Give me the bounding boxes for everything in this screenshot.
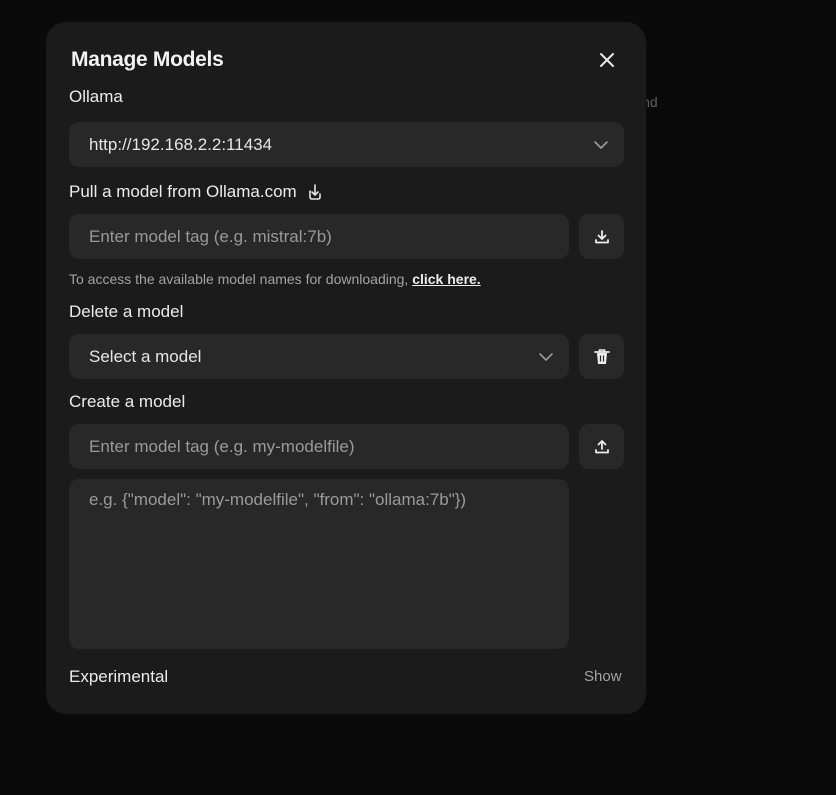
- delete-model-select[interactable]: Select a model: [69, 334, 569, 379]
- chevron-down-icon: [539, 352, 553, 361]
- pull-model-input[interactable]: [89, 226, 569, 247]
- close-icon: [600, 53, 614, 67]
- create-model-button[interactable]: [579, 424, 624, 469]
- create-model-field: [69, 424, 569, 469]
- modal-title: Manage Models: [71, 48, 224, 71]
- ollama-url-value: http://192.168.2.2:11434: [89, 134, 273, 154]
- experimental-label: Experimental: [69, 667, 169, 686]
- delete-model-label: Delete a model: [69, 302, 184, 321]
- pull-model-label-text: Pull a model from Ollama.com: [69, 182, 297, 201]
- create-model-tag-input[interactable]: [89, 436, 569, 457]
- pull-model-button[interactable]: [579, 214, 624, 259]
- pull-model-label: Pull a model from Ollama.com: [69, 182, 324, 202]
- pull-model-field: [69, 214, 569, 259]
- create-model-json-input[interactable]: [89, 490, 549, 638]
- download-cloud-icon: [308, 184, 321, 200]
- delete-model-value: Select a model: [89, 346, 202, 366]
- ollama-label: Ollama: [69, 87, 123, 106]
- chevron-down-icon: [594, 140, 608, 149]
- create-model-json-field: [69, 479, 569, 649]
- trash-icon: [593, 348, 610, 364]
- manage-models-modal: Manage Models Ollama http://192.168.2.2:…: [46, 22, 646, 714]
- ollama-url-select[interactable]: http://192.168.2.2:11434: [69, 122, 624, 167]
- pull-model-hint-text: To access the available model names for …: [69, 271, 413, 287]
- delete-model-button[interactable]: [579, 334, 624, 379]
- experimental-show-toggle[interactable]: Show: [584, 668, 622, 685]
- create-model-label: Create a model: [69, 392, 186, 411]
- upload-icon: [594, 439, 609, 453]
- click-here-link[interactable]: click here.: [412, 271, 481, 287]
- close-button[interactable]: [595, 48, 619, 72]
- pull-model-hint: To access the available model names for …: [69, 271, 481, 287]
- download-icon: [594, 229, 609, 243]
